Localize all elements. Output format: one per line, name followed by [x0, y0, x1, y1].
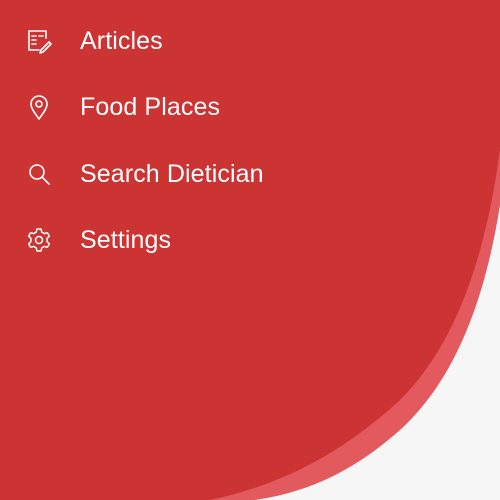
menu-item-label: Food Places — [80, 92, 221, 121]
gear-icon — [22, 223, 56, 257]
menu-item-search-dietician[interactable]: Search Dietician — [22, 154, 264, 194]
navigation-drawer: Articles Food Places Search Dietician Se… — [0, 0, 500, 500]
location-pin-icon — [22, 90, 56, 124]
menu-item-food-places[interactable]: Food Places — [22, 87, 220, 127]
menu-item-articles[interactable]: Articles — [22, 21, 163, 61]
menu-item-label: Search Dietician — [80, 159, 264, 188]
menu-item-label: Settings — [80, 225, 172, 254]
search-icon — [22, 157, 56, 191]
menu-item-settings[interactable]: Settings — [22, 220, 171, 260]
article-edit-icon — [22, 24, 56, 58]
menu-item-label: Articles — [80, 26, 163, 55]
